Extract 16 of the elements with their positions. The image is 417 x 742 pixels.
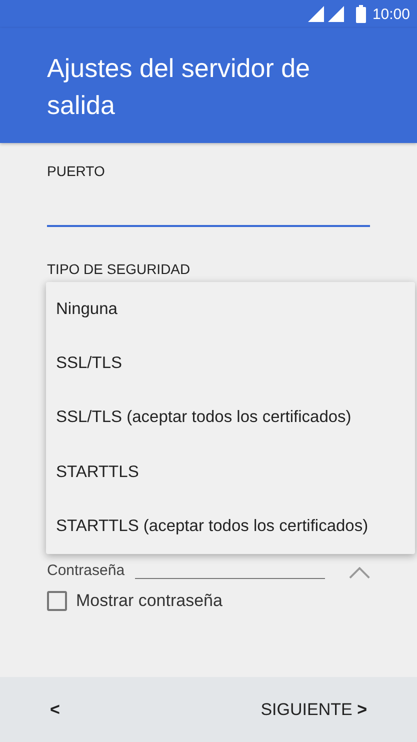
field-label: PUERTO [47, 163, 105, 179]
menu-item[interactable]: STARTTLS (aceptar todos los certificados) [46, 500, 368, 554]
battery-icon [356, 5, 366, 23]
menu-item[interactable]: SSL/TLS (aceptar todos los certificados) [46, 390, 352, 446]
menu-item[interactable]: STARTTLS [46, 445, 139, 500]
next-button[interactable]: SIGUIENTE > [254, 696, 373, 724]
field-label: TIPO DE SEGURIDAD [47, 261, 190, 277]
checkbox[interactable] [47, 591, 67, 611]
back-button[interactable]: < [44, 696, 66, 724]
checkbox-label: Mostrar contraseña [76, 591, 222, 611]
status-time: 10:00 [372, 6, 410, 22]
field-label: Contraseña [47, 562, 125, 579]
menu-item[interactable]: Ninguna [46, 282, 118, 336]
menu-item[interactable]: SSL/TLS [46, 336, 122, 391]
chevron-up-icon[interactable] [348, 567, 370, 579]
page-title: Ajustes del servidor de salida [47, 52, 312, 122]
